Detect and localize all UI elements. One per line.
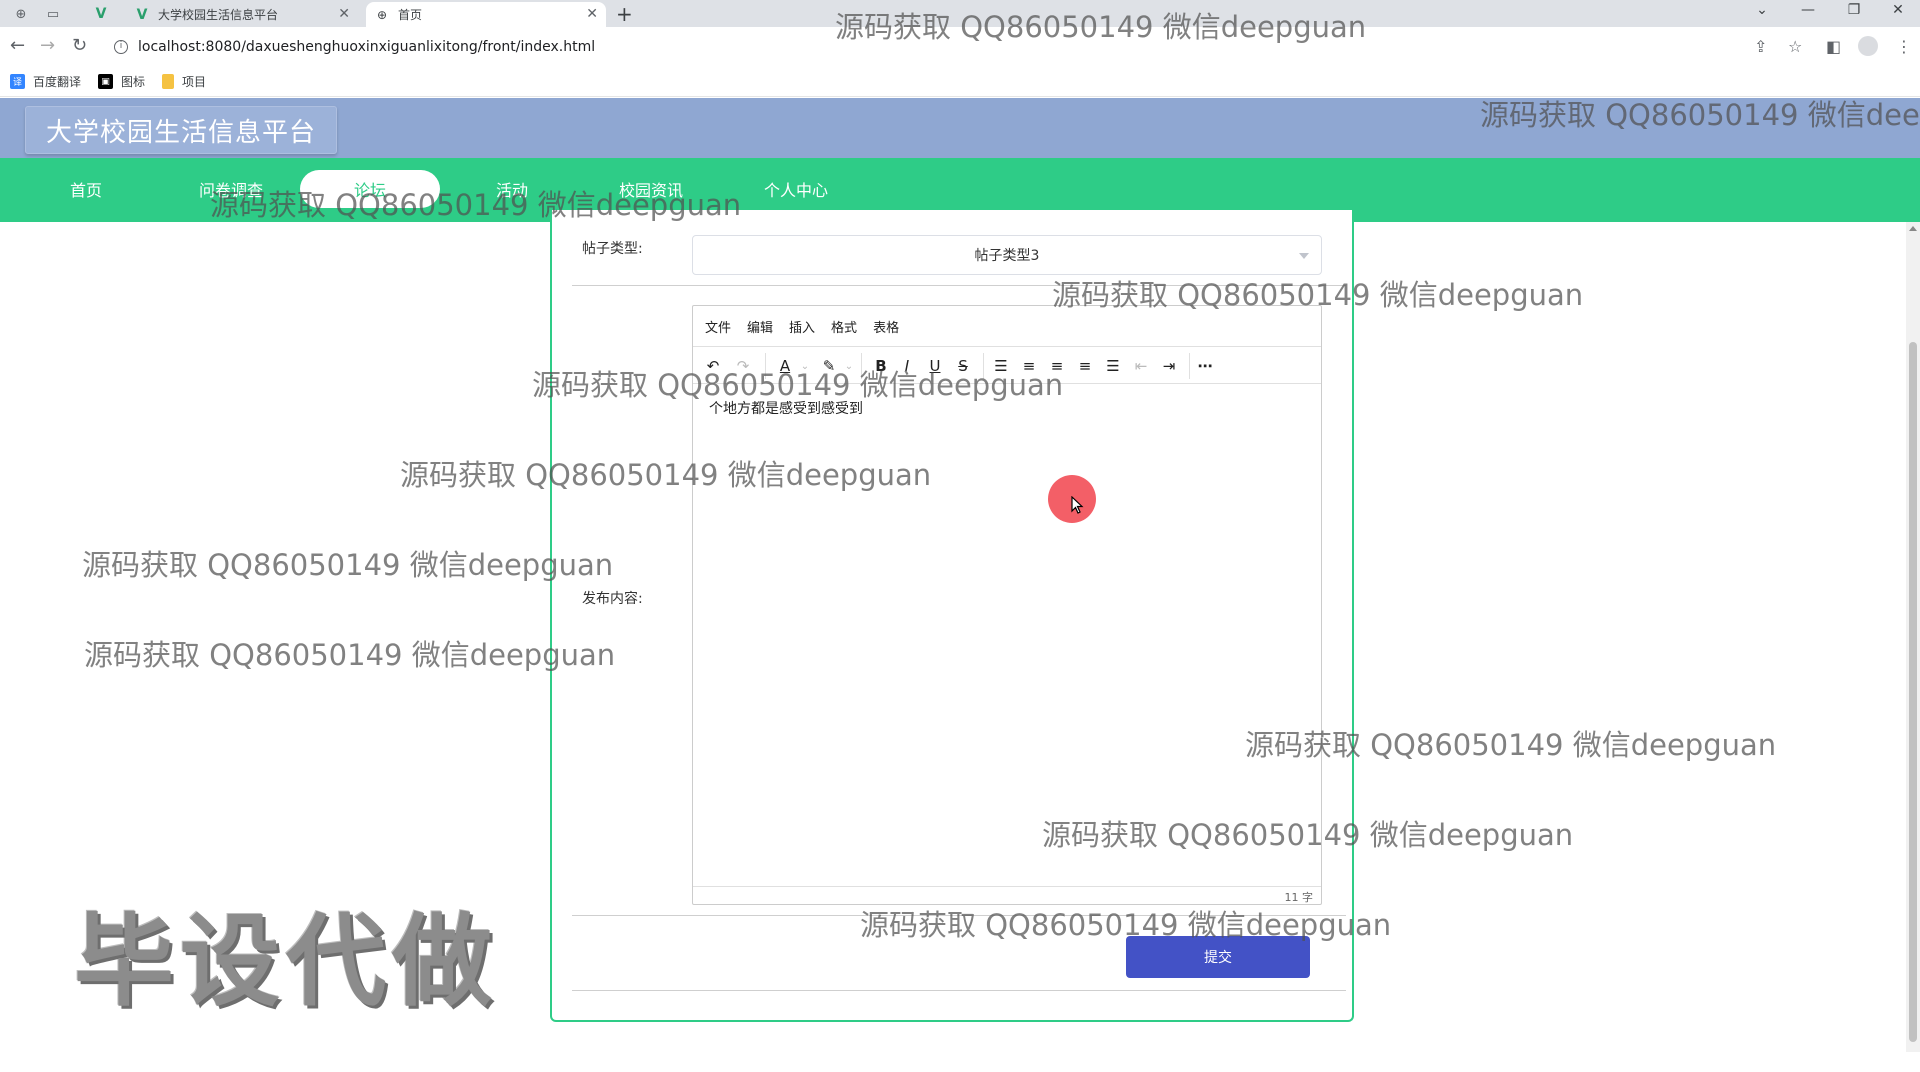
watermark-text: 源码获取 QQ86050149 微信deepguan bbox=[400, 458, 932, 492]
globe-icon[interactable]: ⊕ bbox=[8, 4, 34, 24]
folder-icon bbox=[162, 74, 174, 89]
close-window-icon[interactable]: ✕ bbox=[1878, 2, 1918, 18]
bookmark-project[interactable]: 项目 bbox=[162, 73, 206, 90]
align-right-icon[interactable]: ≡ bbox=[1073, 355, 1097, 377]
nav-personal-center[interactable]: 个人中心 bbox=[756, 170, 836, 208]
scrollbar-thumb[interactable] bbox=[1909, 342, 1917, 1042]
minimize-icon[interactable]: — bbox=[1788, 2, 1828, 18]
toolbar-separator bbox=[1189, 353, 1190, 379]
translate-icon: 译 bbox=[10, 74, 25, 89]
bookmark-baidu-translate[interactable]: 译 百度翻译 bbox=[10, 73, 81, 90]
close-tab-icon[interactable]: ✕ bbox=[338, 6, 350, 22]
close-tab-icon[interactable]: ✕ bbox=[586, 6, 598, 22]
post-form-card: 帖子类型: 帖子类型3 发布内容: 文件 编辑 插入 格式 表格 ↶ ↷ A ⌄… bbox=[550, 210, 1354, 1022]
chevron-down-icon bbox=[1299, 253, 1309, 259]
new-tab-icon[interactable]: + bbox=[616, 2, 633, 26]
tab-platform[interactable]: V 大学校园生活信息平台 ✕ bbox=[126, 2, 358, 27]
watermark-text: 源码获取 QQ86050149 微信deepguan bbox=[210, 188, 742, 222]
watermark-text: 源码获取 QQ86050149 微信deepguan bbox=[835, 10, 1367, 44]
bookmark-star-icon[interactable]: ☆ bbox=[1788, 37, 1802, 56]
bookmark-icons[interactable]: ▣ 图标 bbox=[98, 73, 145, 90]
mouse-pointer-icon bbox=[1071, 496, 1084, 514]
vue-tab-icon[interactable]: V bbox=[88, 4, 114, 24]
site-info-icon[interactable]: i bbox=[114, 40, 128, 54]
side-panel-icon[interactable]: ◧ bbox=[1826, 37, 1841, 56]
reload-icon[interactable]: ↻ bbox=[72, 35, 87, 56]
menu-kebab-icon[interactable]: ⋮ bbox=[1896, 37, 1912, 56]
post-type-label: 帖子类型: bbox=[582, 241, 643, 257]
more-options-icon[interactable]: ⋯ bbox=[1193, 355, 1217, 377]
menu-file[interactable]: 文件 bbox=[705, 317, 731, 336]
post-type-select[interactable]: 帖子类型3 bbox=[692, 235, 1322, 275]
blank-tab-icon[interactable]: ▭ bbox=[40, 4, 66, 24]
profile-avatar[interactable] bbox=[1858, 36, 1878, 56]
nav-home[interactable]: 首页 bbox=[50, 170, 122, 208]
divider bbox=[572, 990, 1346, 991]
screen: ⊕ ▭ V V 大学校园生活信息平台 ✕ ⊕ 首页 ✕ + ⌄ — ❐ ✕ ← … bbox=[0, 0, 1920, 1072]
content-label: 发布内容: bbox=[582, 591, 643, 607]
tab-title: 大学校园生活信息平台 bbox=[158, 8, 279, 22]
vue-logo-icon: V bbox=[136, 6, 148, 23]
bookmark-label: 图标 bbox=[121, 75, 146, 89]
outdent-icon[interactable]: ⇤ bbox=[1129, 355, 1153, 377]
scroll-up-icon[interactable] bbox=[1909, 226, 1917, 231]
menu-edit[interactable]: 编辑 bbox=[747, 317, 773, 336]
share-icon[interactable]: ⇪ bbox=[1754, 37, 1767, 56]
watermark-large-text: 毕设代做 bbox=[74, 903, 498, 1020]
menu-insert[interactable]: 插入 bbox=[789, 317, 815, 336]
watermark-text: 源码获取 QQ86050149 微信deepguan bbox=[1245, 728, 1777, 762]
post-type-value: 帖子类型3 bbox=[974, 248, 1040, 264]
site-title[interactable]: 大学校园生活信息平台 bbox=[25, 106, 338, 154]
watermark-text: 源码获取 QQ86050149 微信deepguan bbox=[860, 908, 1392, 942]
tab-title: 首页 bbox=[398, 8, 423, 22]
watermark-text: 源码获取 QQ86050149 微信deepguan bbox=[82, 548, 614, 582]
watermark-text: 源码获取 QQ86050149 微信deepguan bbox=[84, 638, 616, 672]
indent-icon[interactable]: ⇥ bbox=[1157, 355, 1181, 377]
back-icon[interactable]: ← bbox=[10, 35, 25, 56]
watermark-text: 源码获取 QQ86050149 微信deepguan bbox=[1480, 98, 1920, 132]
menu-table[interactable]: 表格 bbox=[873, 317, 899, 336]
tab-home[interactable]: ⊕ 首页 ✕ bbox=[366, 2, 606, 27]
page-scrollbar[interactable] bbox=[1906, 222, 1920, 1052]
watermark-text: 源码获取 QQ86050149 微信deepguan bbox=[1052, 278, 1584, 312]
restore-icon[interactable]: ❐ bbox=[1834, 2, 1874, 18]
menu-format[interactable]: 格式 bbox=[831, 317, 857, 336]
bookmark-label: 项目 bbox=[182, 75, 207, 89]
tab-search-icon[interactable]: ⌄ bbox=[1742, 2, 1782, 18]
globe-icon: ⊕ bbox=[376, 7, 388, 22]
image-icon: ▣ bbox=[98, 74, 113, 89]
forward-icon[interactable]: → bbox=[40, 35, 55, 56]
align-justify-icon[interactable]: ☰ bbox=[1101, 355, 1125, 377]
address-bar[interactable]: localhost:8080/daxueshenghuoxinxiguanlix… bbox=[138, 39, 595, 55]
bookmark-label: 百度翻译 bbox=[33, 75, 82, 89]
watermark-text: 源码获取 QQ86050149 微信deepguan bbox=[532, 368, 1064, 402]
watermark-text: 源码获取 QQ86050149 微信deepguan bbox=[1042, 818, 1574, 852]
